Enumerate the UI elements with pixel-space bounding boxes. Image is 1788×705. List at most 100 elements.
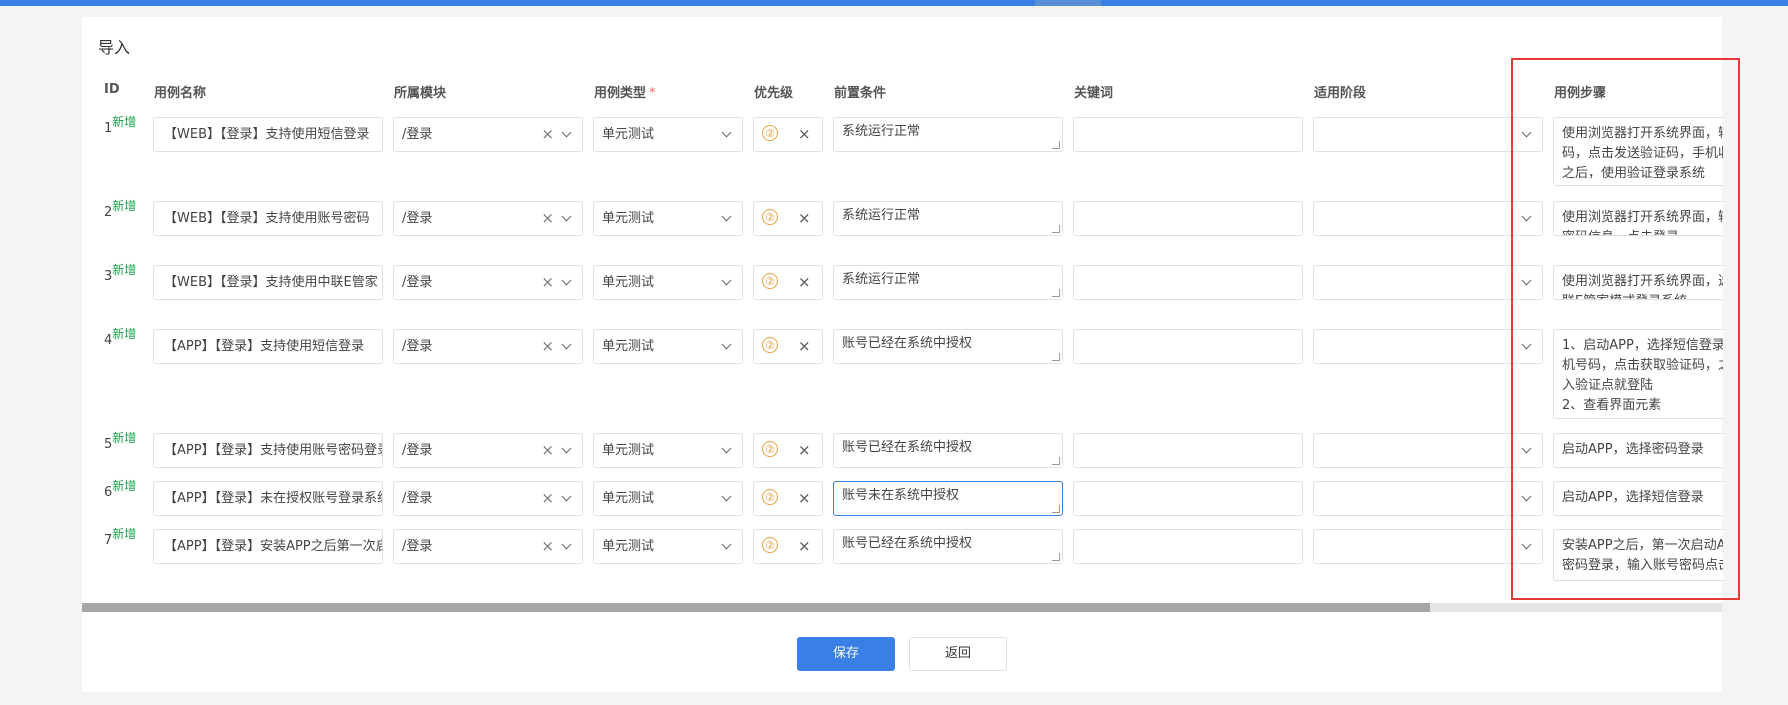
module-value: /登录 <box>402 339 433 354</box>
case-type-select[interactable]: 单元测试 <box>593 265 743 300</box>
precondition-textarea[interactable]: 系统运行正常 <box>833 265 1063 300</box>
case-type-value: 单元测试 <box>602 127 655 142</box>
case-name-input[interactable]: 【WEB】【登录】支持使用账号密码 <box>153 201 383 236</box>
chevron-down-icon[interactable] <box>721 443 732 454</box>
keyword-input[interactable] <box>1073 117 1303 152</box>
top-accent-segment <box>1035 0 1101 6</box>
clear-icon[interactable]: × <box>541 434 554 467</box>
module-value: /登录 <box>402 127 433 142</box>
chevron-down-icon[interactable] <box>721 127 732 138</box>
priority-value: ② <box>762 537 778 553</box>
priority-select[interactable]: ② × <box>753 265 823 300</box>
case-type-select[interactable]: 单元测试 <box>593 117 743 152</box>
precondition-textarea[interactable]: 系统运行正常 <box>833 201 1063 236</box>
top-accent-bar <box>0 0 1788 6</box>
keyword-input[interactable] <box>1073 433 1303 468</box>
clear-icon[interactable]: × <box>798 202 811 235</box>
priority-select[interactable]: ② × <box>753 329 823 364</box>
priority-value: ② <box>762 441 778 457</box>
keyword-input[interactable] <box>1073 529 1303 564</box>
module-select[interactable]: /登录 × <box>393 117 583 152</box>
case-type-select[interactable]: 单元测试 <box>593 329 743 364</box>
module-select[interactable]: /登录 × <box>393 529 583 564</box>
resize-handle[interactable] <box>1052 353 1060 361</box>
precondition-textarea[interactable]: 账号已经在系统中授权 <box>833 329 1063 364</box>
chevron-down-icon[interactable] <box>561 275 572 286</box>
case-name-input[interactable]: 【APP】【登录】安装APP之后第一次启动 <box>153 529 383 564</box>
clear-icon[interactable]: × <box>541 266 554 299</box>
priority-select[interactable]: ② × <box>753 117 823 152</box>
resize-handle[interactable] <box>1052 225 1060 233</box>
clear-icon[interactable]: × <box>798 530 811 563</box>
resize-handle[interactable] <box>1052 141 1060 149</box>
precondition-textarea[interactable]: 账号未在系统中授权 <box>833 481 1063 516</box>
new-tag: 新增 <box>112 431 137 445</box>
precondition-textarea[interactable]: 账号已经在系统中授权 <box>833 433 1063 468</box>
case-name-input[interactable]: 【APP】【登录】支持使用短信登录 <box>153 329 383 364</box>
clear-icon[interactable]: × <box>798 266 811 299</box>
keyword-input[interactable] <box>1073 329 1303 364</box>
case-name-input[interactable]: 【APP】【登录】支持使用账号密码登录 <box>153 433 383 468</box>
case-type-select[interactable]: 单元测试 <box>593 529 743 564</box>
chevron-down-icon[interactable] <box>721 211 732 222</box>
keyword-input[interactable] <box>1073 265 1303 300</box>
row-id: 2新增 <box>104 199 137 220</box>
clear-icon[interactable]: × <box>541 482 554 515</box>
keyword-input[interactable] <box>1073 201 1303 236</box>
priority-select[interactable]: ② × <box>753 481 823 516</box>
precondition-textarea[interactable]: 系统运行正常 <box>833 117 1063 152</box>
chevron-down-icon[interactable] <box>561 339 572 350</box>
case-type-select[interactable]: 单元测试 <box>593 433 743 468</box>
priority-select[interactable]: ② × <box>753 433 823 468</box>
clear-icon[interactable]: × <box>541 530 554 563</box>
module-select[interactable]: /登录 × <box>393 201 583 236</box>
case-name-input[interactable]: 【WEB】【登录】支持使用中联E管家 <box>153 265 383 300</box>
priority-select[interactable]: ② × <box>753 201 823 236</box>
stage-select[interactable] <box>1313 201 1543 236</box>
resize-handle[interactable] <box>1052 457 1060 465</box>
clear-icon[interactable]: × <box>798 330 811 363</box>
clear-icon[interactable]: × <box>541 330 554 363</box>
resize-handle[interactable] <box>1052 553 1060 561</box>
chevron-down-icon[interactable] <box>721 275 732 286</box>
horizontal-scrollbar-thumb[interactable] <box>82 603 1430 612</box>
chevron-down-icon[interactable] <box>721 539 732 550</box>
precondition-textarea[interactable]: 账号已经在系统中授权 <box>833 529 1063 564</box>
chevron-down-icon[interactable] <box>561 491 572 502</box>
case-name-input[interactable]: 【APP】【登录】未在授权账号登录系统 <box>153 481 383 516</box>
stage-select[interactable] <box>1313 433 1543 468</box>
module-select[interactable]: /登录 × <box>393 433 583 468</box>
module-select[interactable]: /登录 × <box>393 481 583 516</box>
row-id: 7新增 <box>104 527 137 548</box>
clear-icon[interactable]: × <box>798 482 811 515</box>
chevron-down-icon[interactable] <box>561 127 572 138</box>
stage-select[interactable] <box>1313 481 1543 516</box>
chevron-down-icon[interactable] <box>561 539 572 550</box>
stage-select[interactable] <box>1313 329 1543 364</box>
clear-icon[interactable]: × <box>541 202 554 235</box>
case-type-select[interactable]: 单元测试 <box>593 201 743 236</box>
chevron-down-icon[interactable] <box>561 443 572 454</box>
back-button[interactable]: 返回 <box>909 637 1007 671</box>
save-button[interactable]: 保存 <box>797 637 895 671</box>
resize-handle[interactable] <box>1052 289 1060 297</box>
case-name-input[interactable]: 【WEB】【登录】支持使用短信登录 <box>153 117 383 152</box>
priority-select[interactable]: ② × <box>753 529 823 564</box>
chevron-down-icon[interactable] <box>561 211 572 222</box>
keyword-input[interactable] <box>1073 481 1303 516</box>
stage-select[interactable] <box>1313 265 1543 300</box>
module-value: /登录 <box>402 275 433 290</box>
stage-select[interactable] <box>1313 529 1543 564</box>
clear-icon[interactable]: × <box>798 434 811 467</box>
chevron-down-icon[interactable] <box>721 339 732 350</box>
module-select[interactable]: /登录 × <box>393 329 583 364</box>
module-select[interactable]: /登录 × <box>393 265 583 300</box>
header-stage: 适用阶段 <box>1314 86 1367 101</box>
row-id: 3新增 <box>104 263 137 284</box>
clear-icon[interactable]: × <box>798 118 811 151</box>
chevron-down-icon[interactable] <box>721 491 732 502</box>
case-type-select[interactable]: 单元测试 <box>593 481 743 516</box>
stage-select[interactable] <box>1313 117 1543 152</box>
resize-handle[interactable] <box>1052 505 1060 513</box>
clear-icon[interactable]: × <box>541 118 554 151</box>
